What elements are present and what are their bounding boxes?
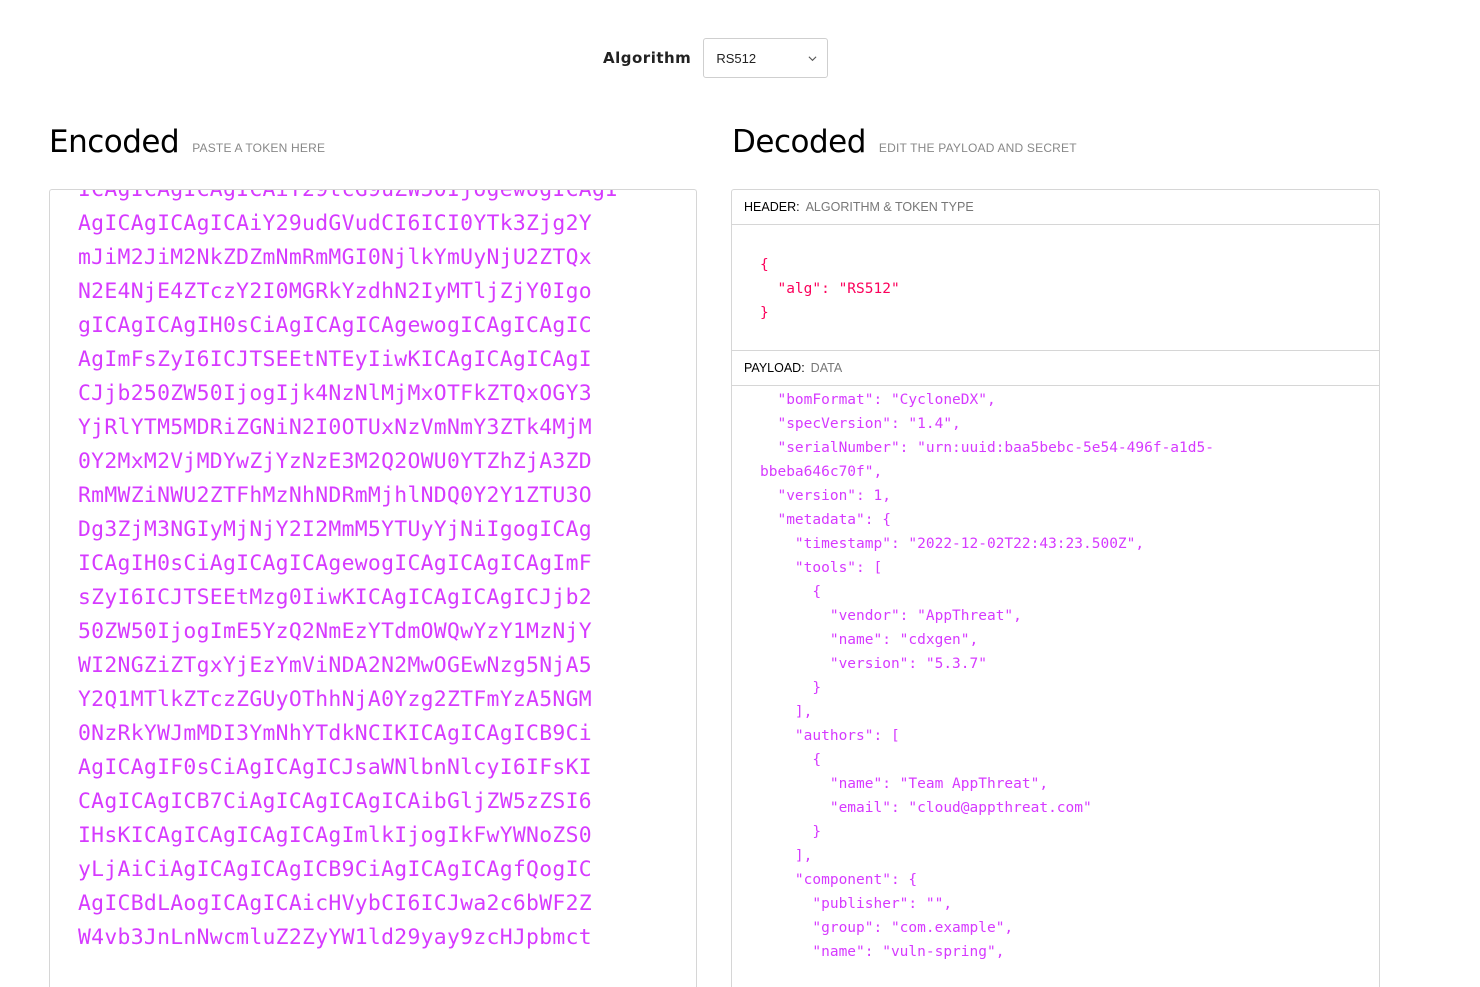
payload-json-editor[interactable]: "bomFormat": "CycloneDX", "specVersion":… (732, 386, 1379, 986)
encoded-token-line: ICAgIH0sCiAgICAgICAgewogICAgICAgICAgImF (78, 551, 592, 576)
header-json[interactable]: { "alg": "RS512" } (760, 253, 900, 325)
encoded-token-line: N2E4NjE4ZTczY2I0MGRkYzdhN2IyMTljZjY0Igo (78, 279, 592, 304)
encoded-token-line: WI2NGZiZTgxYjEzYmViNDA2N2MwOGEwNzg5NjA5 (78, 653, 592, 678)
header-json-editor[interactable]: { "alg": "RS512" } (732, 225, 1379, 351)
editor-bottom-fade (50, 961, 696, 987)
algorithm-row: Algorithm RS512 (603, 38, 829, 78)
header-sublabel: ALGORITHM & TOKEN TYPE (805, 200, 974, 214)
encoded-token-line: W4vb3JnLnNwcmluZ2ZyYW1ld29yay9zcHJpbmct (78, 925, 592, 950)
payload-label: PAYLOAD: (744, 361, 805, 375)
encoded-token-line: mJiM2JiM2NkZDZmNmRmMGI0NjlkYmUyNjU2ZTQx (78, 245, 592, 270)
encoded-token-line: RmMWZiNWU2ZTFhMzNhNDRmMjhlNDQ0Y2Y1ZTU3O (78, 483, 592, 508)
encoded-token-line: CJjb250ZW50IjogIjk4NzNlMjMxOTFkZTQxOGY3 (78, 381, 592, 406)
encoded-hint: PASTE A TOKEN HERE (192, 141, 326, 155)
encoded-token-line: 0NzRkYWJmMDI3YmNhYTdkNCIKICAgICAgICB9Ci (78, 721, 592, 746)
encoded-token-line: YjRlYTM5MDRiZGNiN2I0OTUxNzVmNmY3ZTk4MjM (78, 415, 592, 440)
encoded-token-line: Y2Q1MTlkZTczZGUyOThhNjA0Yzg2ZTFmYzA5NGM (78, 687, 592, 712)
encoded-token-editor[interactable]: ICAgICAgICAgICAiY29tcG9uZW50IjogewogICAg… (49, 189, 697, 987)
encoded-token-line: AgICBdLAogICAgICAicHVybCI6ICJwa2c6bWF2Z (78, 891, 592, 916)
decoded-heading: Decoded EDIT THE PAYLOAD AND SECRET (732, 124, 1077, 160)
encoded-token-line: Dg3ZjM3NGIyMjNjY2I2MmM5YTUyYjNiIgogICAg (78, 517, 592, 542)
encoded-token-text[interactable]: ICAgICAgICAgICAiY29tcG9uZW50IjogewogICAg… (78, 189, 619, 955)
encoded-heading: Encoded PASTE A TOKEN HERE (49, 124, 325, 160)
payload-json[interactable]: "bomFormat": "CycloneDX", "specVersion":… (760, 388, 1214, 986)
header-label: HEADER: (744, 200, 800, 214)
algorithm-selected-value: RS512 (716, 50, 757, 66)
encoded-token-line: 50ZW50IjogImE5YzQ2NmEzYTdmOWQwYzY1MzNjY (78, 619, 592, 644)
payload-section-title: PAYLOAD: DATA (732, 351, 1379, 386)
encoded-token-line: AgImFsZyI6ICJTSEEtNTEyIiwKICAgICAgICAgI (78, 347, 592, 372)
encoded-token-line: 0Y2MxM2VjMDYwZjYzNzE3M2Q2OWU0YTZhZjA3ZD (78, 449, 592, 474)
decoded-title: Decoded (732, 124, 866, 160)
payload-sublabel: DATA (810, 361, 843, 375)
encoded-token-line: AgICAgIF0sCiAgICAgICJsaWNlbnNlcyI6IFsKI (78, 755, 592, 780)
algorithm-label: Algorithm (603, 49, 692, 67)
encoded-title: Encoded (49, 124, 180, 160)
encoded-token-line: gICAgICAgIH0sCiAgICAgICAgewogICAgICAgIC (78, 313, 592, 338)
encoded-token-line: yLjAiCiAgICAgICAgICB9CiAgICAgICAgfQogIC (78, 857, 592, 882)
decoded-bottom-fade (732, 961, 1379, 987)
encoded-token-line: AgICAgICAgICAiY29udGVudCI6ICI0YTk3Zjg2Y (78, 211, 592, 236)
decoded-panel: HEADER: ALGORITHM & TOKEN TYPE { "alg": … (731, 189, 1380, 987)
algorithm-select[interactable]: RS512 (703, 38, 829, 78)
encoded-token-line: CAgICAgICB7CiAgICAgICAgICAibGljZW5zZSI6 (78, 789, 592, 814)
encoded-token-line: sZyI6ICJTSEEtMzg0IiwKICAgICAgICAgICJjb2 (78, 585, 592, 610)
encoded-token-line: IHsKICAgICAgICAgICAgImlkIjogIkFwYWNoZS0 (78, 823, 592, 848)
decoded-hint: EDIT THE PAYLOAD AND SECRET (878, 141, 1077, 155)
chevron-down-icon (808, 55, 817, 61)
encoded-token-line: ICAgICAgICAgICAiY29tcG9uZW50IjogewogICAg… (78, 189, 619, 202)
header-section-title: HEADER: ALGORITHM & TOKEN TYPE (732, 190, 1379, 225)
